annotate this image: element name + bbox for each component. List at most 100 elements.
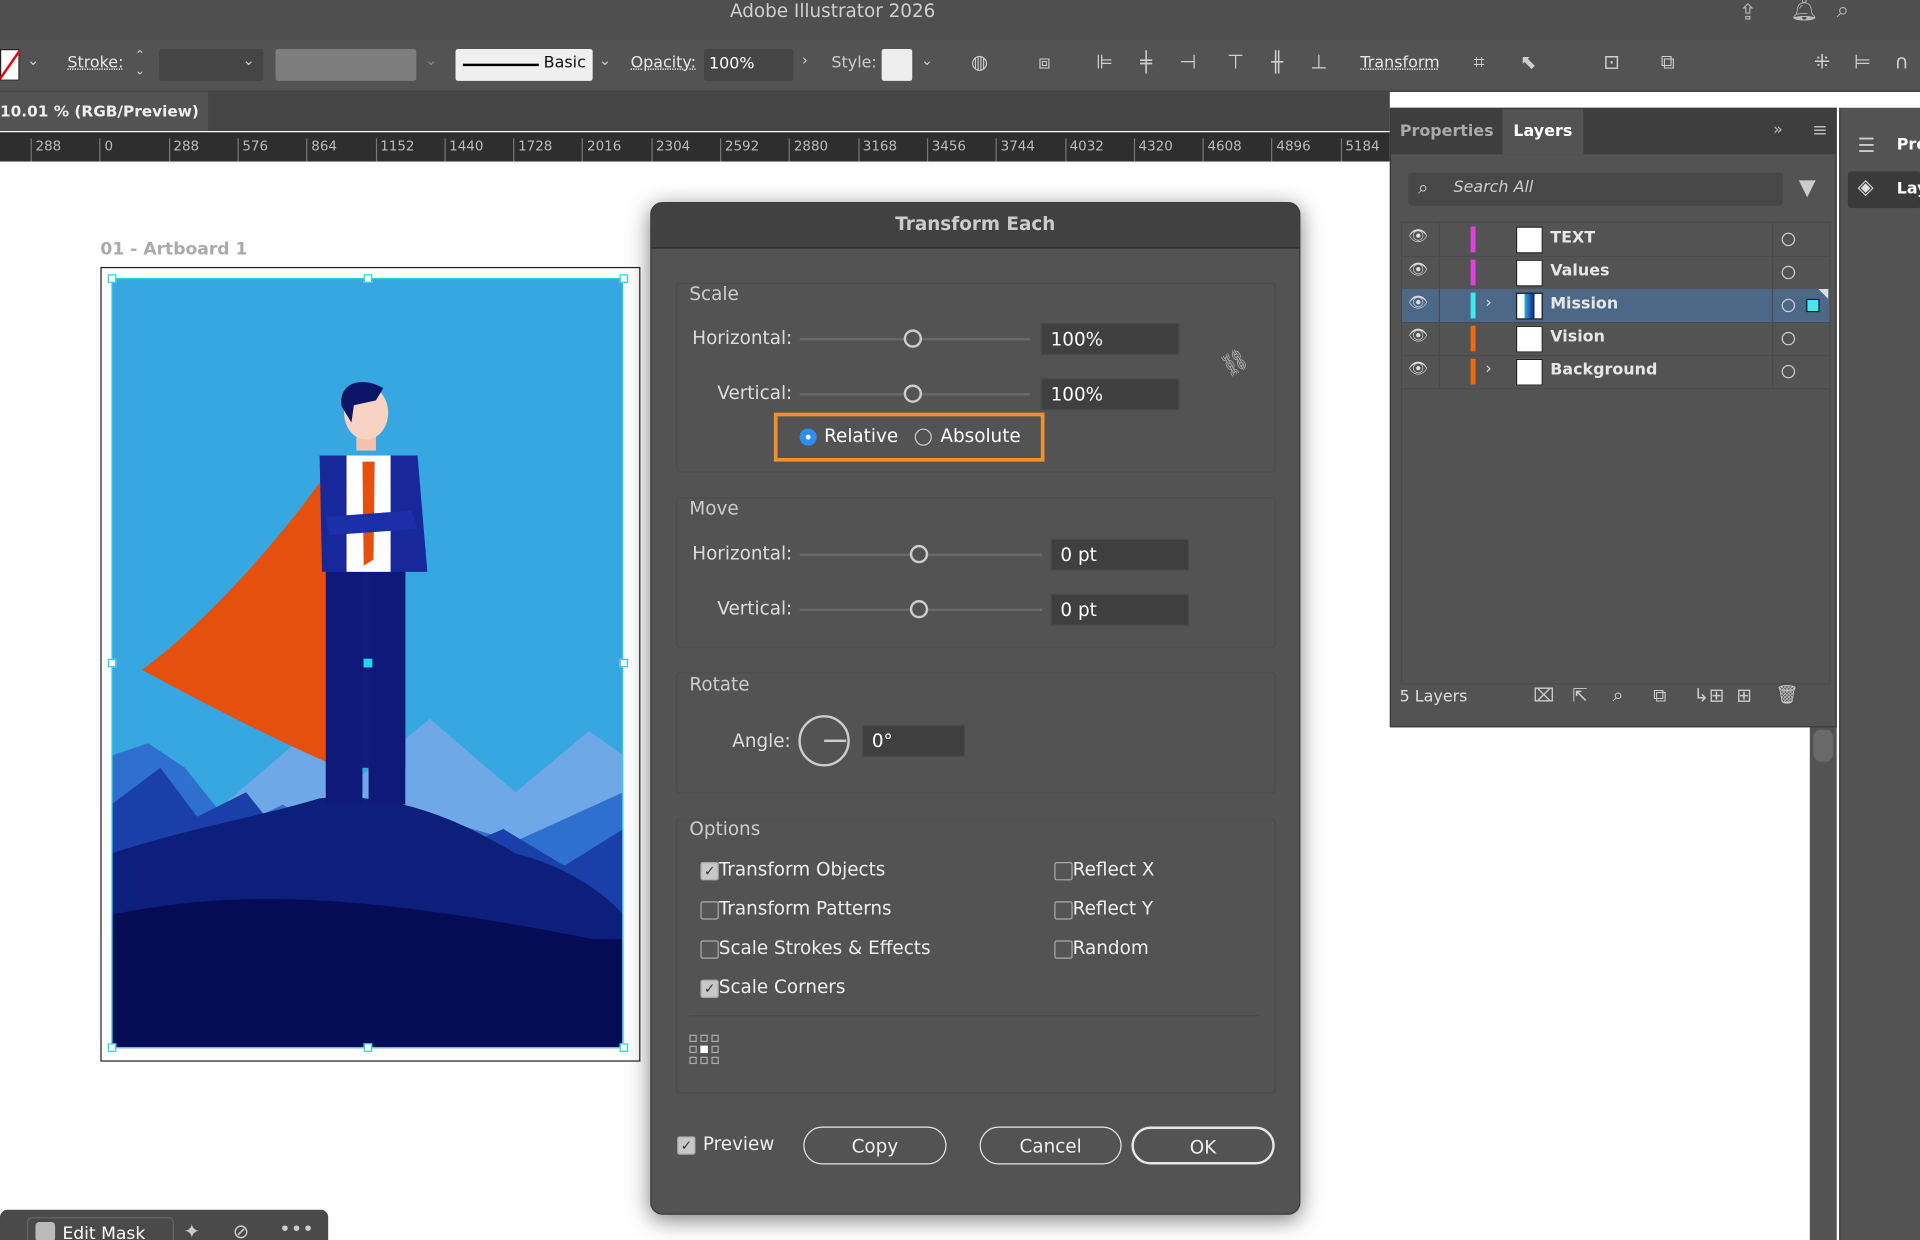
layer-row[interactable]: 👁︎ TEXT xyxy=(1402,223,1829,257)
target-circle-icon[interactable] xyxy=(1782,233,1795,246)
align-to-icon[interactable]: ⧈ xyxy=(1031,49,1058,76)
chevron-down-icon[interactable]: ⌄ xyxy=(921,51,933,68)
variable-width-profile[interactable] xyxy=(276,49,417,81)
graphic-style-swatch[interactable] xyxy=(882,49,913,81)
visibility-eye-icon[interactable]: 👁︎ xyxy=(1408,294,1428,312)
more-icon[interactable]: ••• xyxy=(279,1217,314,1240)
clipping-mask-icon[interactable]: ⧉ xyxy=(1653,684,1666,706)
lock-column[interactable] xyxy=(1439,223,1440,256)
lock-column[interactable] xyxy=(1439,256,1440,289)
isolate-icon[interactable]: ⌗ xyxy=(1466,49,1493,76)
align-left-icon[interactable]: ⊫ xyxy=(1091,49,1118,76)
stroke-color-swatch[interactable] xyxy=(0,49,20,81)
target-circle-icon[interactable] xyxy=(1782,299,1795,312)
collapse-panel-icon[interactable]: » xyxy=(1773,121,1783,139)
target-circle-icon[interactable] xyxy=(1782,332,1795,345)
layer-row[interactable]: 👁︎ › Background xyxy=(1402,355,1829,389)
selection-indicator[interactable] xyxy=(1806,299,1819,312)
new-layer-icon[interactable]: ⊞ xyxy=(1736,684,1751,706)
option-checkbox[interactable]: ✓ xyxy=(700,980,718,998)
move-vertical-slider-knob[interactable] xyxy=(910,600,928,618)
scale-horizontal-input[interactable]: 100% xyxy=(1041,323,1179,355)
visibility-eye-icon[interactable]: 👁︎ xyxy=(1408,360,1428,378)
align-bottom-icon[interactable]: ⊥ xyxy=(1305,49,1332,76)
resize-handle[interactable] xyxy=(620,659,629,668)
absolute-label[interactable]: Absolute xyxy=(940,425,1020,447)
move-horizontal-slider-knob[interactable] xyxy=(910,545,928,563)
center-point[interactable] xyxy=(364,659,373,668)
chevron-right-icon[interactable]: › xyxy=(802,51,808,68)
select-similar-icon[interactable]: ⬉ xyxy=(1515,49,1542,76)
resize-handle[interactable] xyxy=(108,659,117,668)
search-icon[interactable]: ⌕ xyxy=(1837,0,1849,23)
align-top-icon[interactable]: ⊤ xyxy=(1222,49,1249,76)
resize-handle[interactable] xyxy=(108,1043,117,1052)
lock-column[interactable] xyxy=(1439,355,1440,388)
resize-handle[interactable] xyxy=(364,274,373,283)
option-label[interactable]: Transform Patterns xyxy=(719,898,892,920)
option-label[interactable]: Transform Objects xyxy=(719,858,886,880)
share-icon[interactable]: ⇪ xyxy=(1739,0,1757,26)
scale-vertical-input[interactable]: 100% xyxy=(1041,378,1179,410)
option-label[interactable]: Scale Corners xyxy=(719,976,846,998)
layer-name[interactable]: Vision xyxy=(1550,328,1605,346)
collect-for-export-icon[interactable]: ⌧ xyxy=(1533,684,1554,706)
move-vertical-input[interactable]: 0 pt xyxy=(1051,594,1189,626)
preview-label[interactable]: Preview xyxy=(703,1133,774,1155)
option-checkbox[interactable] xyxy=(700,940,718,958)
visibility-eye-icon[interactable]: 👁︎ xyxy=(1408,228,1428,246)
layer-row[interactable]: 👁︎›Mission xyxy=(1402,289,1829,323)
copy-button[interactable]: Copy xyxy=(803,1127,946,1165)
visibility-eye-icon[interactable]: 👁︎ xyxy=(1408,327,1428,345)
target-circle-icon[interactable] xyxy=(1782,266,1795,279)
layer-name[interactable]: Values xyxy=(1550,262,1609,280)
puppet-icon[interactable]: ∩ xyxy=(1888,49,1915,76)
artboard-label[interactable]: 01 - Artboard 1 xyxy=(100,240,247,260)
angle-input[interactable]: 0° xyxy=(862,725,965,757)
panel-menu-icon[interactable]: ≡ xyxy=(1812,119,1827,141)
layer-name[interactable]: Background xyxy=(1550,361,1657,379)
recolor-artwork-icon[interactable]: ◍ xyxy=(966,49,993,76)
visibility-eye-icon[interactable]: 👁︎ xyxy=(1408,261,1428,279)
move-horizontal-input[interactable]: 0 pt xyxy=(1051,539,1189,571)
arrange-icon[interactable]: ⁜ xyxy=(1809,49,1836,76)
opacity-label[interactable]: Opacity: xyxy=(631,54,696,72)
filter-icon[interactable]: ▼ xyxy=(1799,175,1816,201)
horizontal-ruler[interactable]: 2880288576864115214401728201623042592288… xyxy=(0,132,1390,161)
option-checkbox[interactable] xyxy=(1054,901,1072,919)
option-label[interactable]: Reflect X xyxy=(1073,858,1155,880)
align-vertical-center-icon[interactable]: ╫ xyxy=(1264,49,1291,76)
layer-name[interactable]: Mission xyxy=(1550,295,1618,313)
layer-name[interactable]: TEXT xyxy=(1550,229,1595,247)
preview-checkbox[interactable]: ✓ xyxy=(677,1136,695,1154)
stroke-label[interactable]: Stroke: xyxy=(67,54,123,72)
absolute-radio[interactable] xyxy=(915,429,932,446)
cancel-button[interactable]: Cancel xyxy=(980,1127,1122,1165)
release-mask-icon[interactable]: ⧉ xyxy=(1654,49,1681,76)
option-label[interactable]: Random xyxy=(1073,937,1149,959)
lock-column[interactable] xyxy=(1439,289,1440,322)
opacity-input[interactable]: 100% xyxy=(704,49,793,81)
expand-chevron-icon[interactable]: › xyxy=(1485,360,1491,378)
tab-properties[interactable]: Properties xyxy=(1391,109,1502,154)
angle-dial[interactable] xyxy=(798,715,849,766)
transform-button[interactable]: Transform xyxy=(1360,54,1439,72)
stroke-weight-dropdown[interactable]: ⌄ xyxy=(159,49,263,81)
lock-column[interactable] xyxy=(1439,322,1440,355)
option-label[interactable]: Reflect Y xyxy=(1073,898,1153,920)
chevron-down-icon[interactable]: ⌄ xyxy=(425,51,437,68)
dock-layers[interactable]: ◈ Lay xyxy=(1848,171,1920,208)
chevron-down-icon[interactable]: ⌄ xyxy=(599,51,611,68)
resize-handle[interactable] xyxy=(620,274,629,283)
layer-row[interactable]: 👁︎ Vision xyxy=(1402,322,1829,356)
dock-properties[interactable]: ☰ Pro xyxy=(1848,129,1920,166)
align-horizontal-center-icon[interactable]: ╪ xyxy=(1133,49,1160,76)
option-checkbox[interactable] xyxy=(700,901,718,919)
vertical-scrollbar[interactable] xyxy=(1810,725,1837,1240)
new-sublayer-icon[interactable]: ↳⊞ xyxy=(1693,684,1724,706)
chevron-down-icon[interactable]: ⌄ xyxy=(27,51,39,68)
resize-handle[interactable] xyxy=(364,1043,373,1052)
trash-icon[interactable]: 🗑︎ xyxy=(1776,683,1799,705)
reference-point-icon[interactable] xyxy=(689,1035,718,1064)
scale-horizontal-slider-knob[interactable] xyxy=(904,329,922,347)
